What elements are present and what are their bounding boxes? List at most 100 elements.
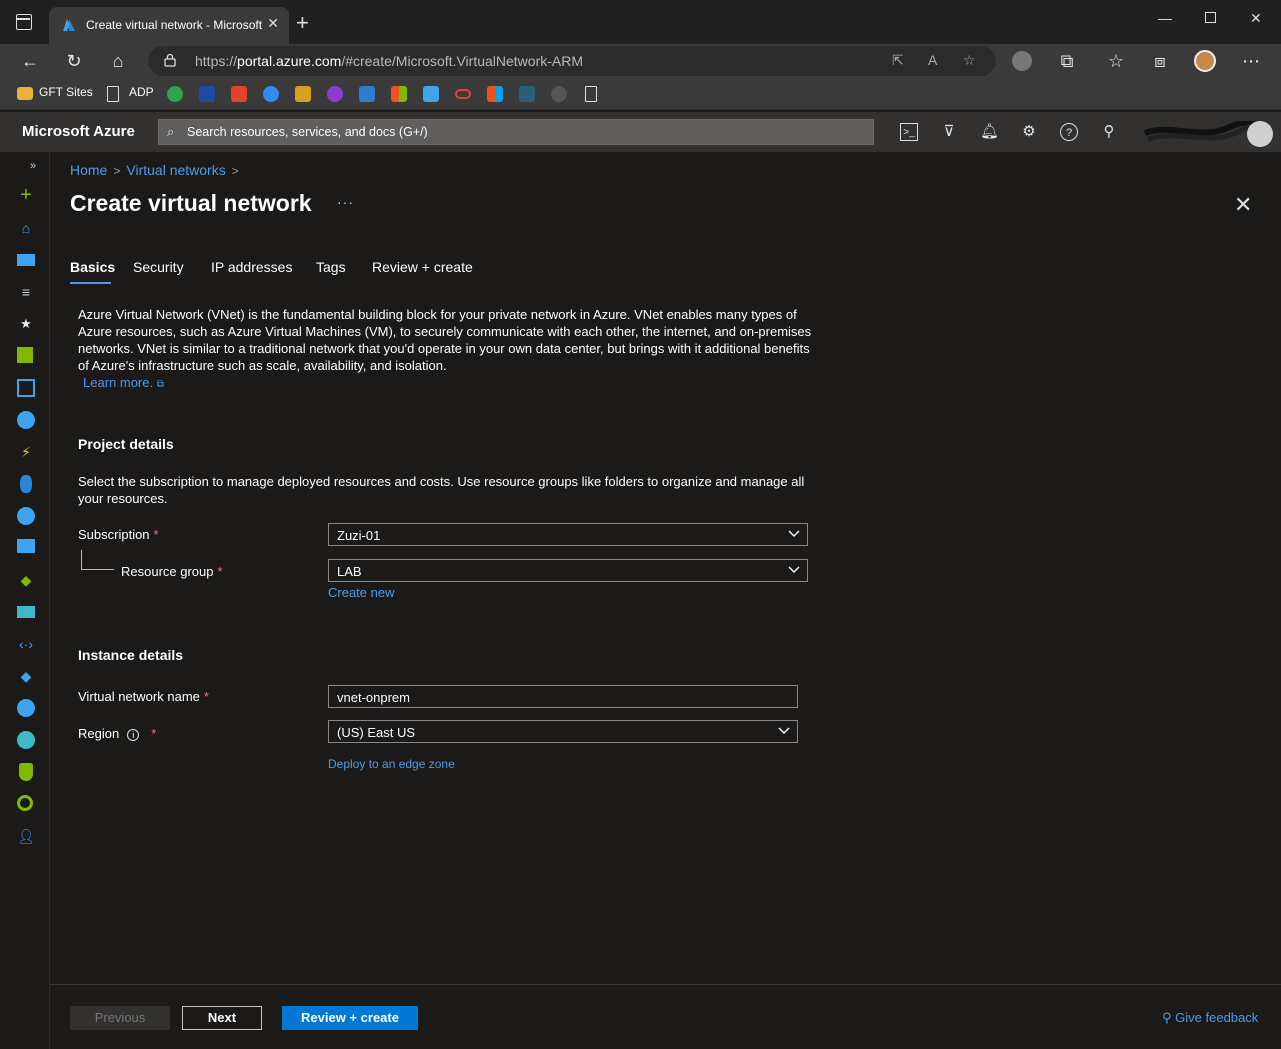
collections-icon[interactable]: ⧈ <box>1149 50 1171 72</box>
help-icon[interactable]: ? <box>1060 123 1078 141</box>
bookmark-icon-1[interactable] <box>167 86 183 102</box>
folder-icon <box>17 87 33 100</box>
next-button[interactable]: Next <box>182 1006 262 1030</box>
tab-ip-addresses[interactable]: IP addresses <box>211 259 292 275</box>
profile-avatar-icon[interactable] <box>1194 50 1216 72</box>
refresh-icon[interactable]: ↻ <box>63 50 85 72</box>
calendar-icon[interactable] <box>359 86 375 102</box>
advisor-icon[interactable] <box>17 731 35 749</box>
help-support-icon[interactable]: 👤︎ <box>17 827 35 845</box>
bookmark-gft-sites[interactable]: GFT Sites <box>39 85 93 99</box>
load-balancer-icon[interactable]: ◆ <box>17 571 35 589</box>
function-app-icon[interactable]: ⚡ <box>17 443 35 461</box>
browser-tabstrip: Create virtual network - Microsoft Azure… <box>0 0 1281 44</box>
deploy-edge-zone-link[interactable]: Deploy to an edge zone <box>328 757 455 771</box>
gitlab-icon[interactable] <box>231 86 247 102</box>
bookmarks-bar: GFT Sites ADP <box>0 78 1281 110</box>
home-browser-icon[interactable]: ⌂ <box>107 50 129 72</box>
page-icon <box>107 86 119 102</box>
tab-tags[interactable]: Tags <box>316 259 346 275</box>
profile-extension-icon[interactable] <box>1012 51 1032 71</box>
intro-text: Azure Virtual Network (VNet) is the fund… <box>78 307 812 373</box>
bookmark-icon-6[interactable] <box>327 86 343 102</box>
bookmark-icon-13[interactable] <box>551 86 567 102</box>
breadcrumb-virtual-networks[interactable]: Virtual networks <box>126 162 225 178</box>
previous-button[interactable]: Previous <box>70 1006 170 1030</box>
search-icon: ⌕ <box>167 124 175 139</box>
learn-more-link[interactable]: Learn more. ⧉ <box>83 375 164 390</box>
new-tab-icon[interactable]: + <box>296 10 309 36</box>
settings-more-icon[interactable]: ⋯ <box>1240 50 1262 72</box>
browser-tab[interactable]: Create virtual network - Microsoft Azure… <box>49 7 289 44</box>
virtual-machines-icon[interactable] <box>17 539 35 553</box>
bookmark-icon-5[interactable] <box>295 86 311 102</box>
all-resources-icon[interactable] <box>17 347 33 363</box>
tab-basics[interactable]: Basics <box>70 259 115 275</box>
app-services-icon[interactable] <box>17 411 35 429</box>
monitor-icon[interactable] <box>17 699 35 717</box>
azure-brand[interactable]: Microsoft Azure <box>22 123 135 140</box>
resource-groups-icon[interactable] <box>17 379 35 397</box>
close-blade-icon[interactable]: ✕ <box>1234 192 1252 218</box>
oracle-icon[interactable] <box>455 89 471 99</box>
tab-review-create[interactable]: Review + create <box>372 259 473 275</box>
storage-account-icon[interactable] <box>17 606 35 618</box>
expand-icon[interactable]: » <box>30 160 36 172</box>
bookmark-icon-12[interactable] <box>519 86 535 102</box>
review-create-button[interactable]: Review + create <box>282 1006 418 1030</box>
favorites-icon[interactable]: ☆ <box>1105 50 1127 72</box>
azure-icon[interactable] <box>423 86 439 102</box>
breadcrumb-home[interactable]: Home <box>70 162 107 178</box>
subscription-select[interactable]: Zuzi-01 <box>328 523 808 546</box>
home-icon[interactable]: ⌂ <box>17 219 35 237</box>
tab-title: Create virtual network - Microsoft Azure <box>86 18 262 32</box>
tab-close-icon[interactable]: ✕ <box>267 15 279 32</box>
feedback-icon[interactable]: ⚲ <box>1100 123 1118 141</box>
required-marker: * <box>151 726 157 741</box>
create-new-resource-group-link[interactable]: Create new <box>328 585 394 600</box>
tab-security[interactable]: Security <box>133 259 184 275</box>
sql-database-icon[interactable] <box>20 475 32 493</box>
favorites-star-icon[interactable]: ★ <box>17 315 35 333</box>
create-resource-icon[interactable]: + <box>17 185 35 205</box>
search-placeholder: Search resources, services, and docs (G+… <box>187 125 428 139</box>
all-services-icon[interactable]: ≡ <box>17 283 35 301</box>
address-bar: ← ↻ ⌂ https://portal.azure.com/#create/M… <box>0 44 1281 78</box>
give-feedback-link[interactable]: ⚲ Give feedback <box>1162 1010 1258 1026</box>
region-select[interactable]: (US) East US <box>328 720 798 743</box>
resource-group-select[interactable]: LAB <box>328 559 808 582</box>
directory-filter-icon[interactable]: ⊽ <box>940 123 958 141</box>
minimize-icon[interactable]: — <box>1158 10 1172 26</box>
url-field[interactable]: https://portal.azure.com/#create/Microso… <box>148 46 996 76</box>
more-options-icon[interactable]: ··· <box>337 194 354 210</box>
settings-icon[interactable]: ⚙ <box>1020 123 1038 141</box>
cosmos-db-icon[interactable] <box>17 507 35 525</box>
account-avatar[interactable] <box>1247 121 1273 147</box>
open-in-app-icon[interactable]: ⇱ <box>892 52 904 69</box>
bookmark-icon-2[interactable] <box>199 86 215 102</box>
bookmark-icon-4[interactable] <box>263 86 279 102</box>
office-icon[interactable] <box>487 86 503 102</box>
url-text: https://portal.azure.com/#create/Microso… <box>195 53 584 69</box>
cost-management-icon[interactable] <box>17 795 33 811</box>
virtual-network-icon[interactable]: ‹·› <box>17 635 35 653</box>
microsoft-icon[interactable] <box>391 86 407 102</box>
cloud-shell-icon[interactable]: >_ <box>900 123 918 141</box>
maximize-icon[interactable] <box>1205 12 1216 23</box>
azure-search-input[interactable]: ⌕ Search resources, services, and docs (… <box>158 119 874 145</box>
defender-icon[interactable] <box>19 763 33 781</box>
extensions-icon[interactable]: ⧉ <box>1056 50 1078 72</box>
read-aloud-icon[interactable]: A <box>928 52 937 68</box>
page-icon-2[interactable] <box>585 86 597 102</box>
add-favorite-icon[interactable]: ☆ <box>963 52 976 69</box>
bookmark-adp[interactable]: ADP <box>129 85 154 99</box>
tab-actions-icon[interactable] <box>16 14 32 30</box>
notifications-icon[interactable]: 🔔︎ <box>980 123 999 141</box>
window-close-icon[interactable]: ✕ <box>1250 10 1262 27</box>
vnet-name-input[interactable]: vnet-onprem <box>328 685 798 708</box>
entra-id-icon[interactable]: ◆ <box>17 667 35 685</box>
dashboard-icon[interactable] <box>17 254 35 266</box>
info-icon[interactable]: i <box>127 729 140 741</box>
chevron-down-icon <box>788 530 800 537</box>
back-icon[interactable]: ← <box>19 50 41 72</box>
